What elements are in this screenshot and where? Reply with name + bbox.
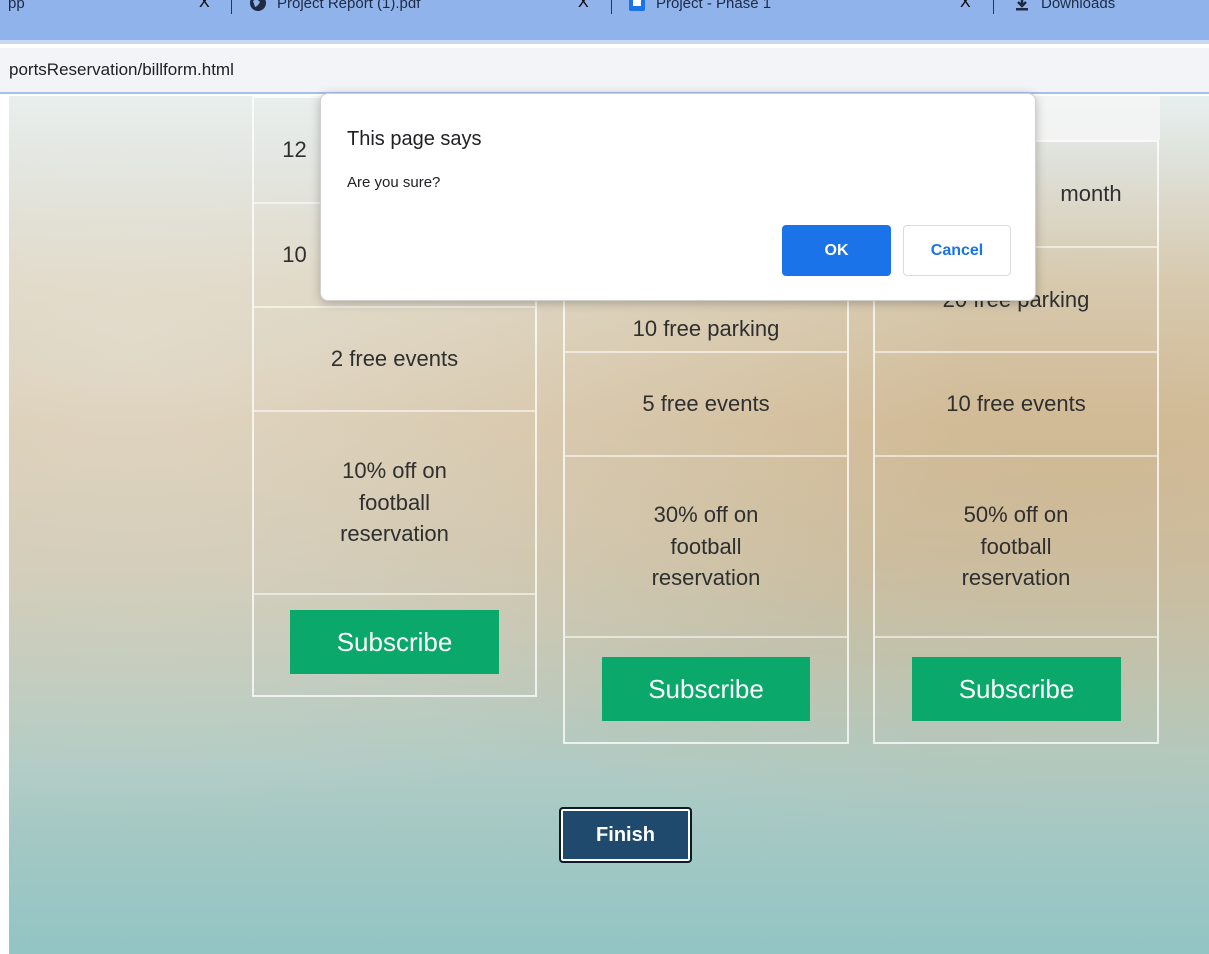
url-text[interactable]: portsReservation/billform.html — [9, 60, 234, 80]
plan-row: 10 free events — [875, 351, 1157, 455]
subscribe-button[interactable]: Subscribe — [602, 657, 810, 721]
dialog-message: Are you sure? — [347, 174, 441, 191]
close-icon[interactable]: X — [578, 0, 589, 12]
tab-downloads[interactable]: Downloads — [1013, 0, 1115, 18]
tab-app[interactable]: pp — [8, 0, 25, 18]
plan-row: 50% off on football reservation — [875, 455, 1157, 636]
plan-row: 10% off on football reservation — [254, 410, 535, 593]
globe-icon — [249, 0, 267, 12]
address-bar[interactable]: portsReservation/billform.html — [0, 48, 1209, 94]
subscribe-button[interactable]: Subscribe — [290, 610, 499, 674]
tab-title: Project Report (1).pdf — [277, 0, 421, 12]
tab-project-phase[interactable]: Project - Phase 1 — [628, 0, 771, 18]
tab-title: pp — [8, 0, 25, 12]
tab-title: Project - Phase 1 — [656, 0, 772, 12]
close-icon[interactable]: X — [960, 0, 971, 12]
plan-row: 30% off on football reservation — [565, 455, 847, 636]
cancel-button[interactable]: Cancel — [903, 225, 1011, 276]
tab-title: Downloads — [1041, 0, 1116, 12]
tab-separator — [231, 0, 232, 14]
confirm-dialog: This page says Are you sure? OK Cancel — [320, 93, 1036, 301]
finish-button[interactable]: Finish — [559, 807, 692, 863]
tab-strip: pp X Project Report (1).pdf X Project - … — [0, 0, 1209, 44]
close-icon[interactable]: X — [199, 0, 210, 12]
tab-separator — [611, 0, 612, 14]
plan-row: 2 free events — [254, 306, 535, 410]
download-icon — [1013, 0, 1031, 12]
plan-row: 5 free events — [565, 351, 847, 455]
tab-project-report[interactable]: Project Report (1).pdf — [249, 0, 420, 18]
google-slides-icon — [628, 0, 646, 12]
dialog-title: This page says — [347, 128, 482, 150]
ok-button[interactable]: OK — [782, 225, 891, 276]
subscribe-button[interactable]: Subscribe — [912, 657, 1121, 721]
tab-separator — [993, 0, 994, 14]
